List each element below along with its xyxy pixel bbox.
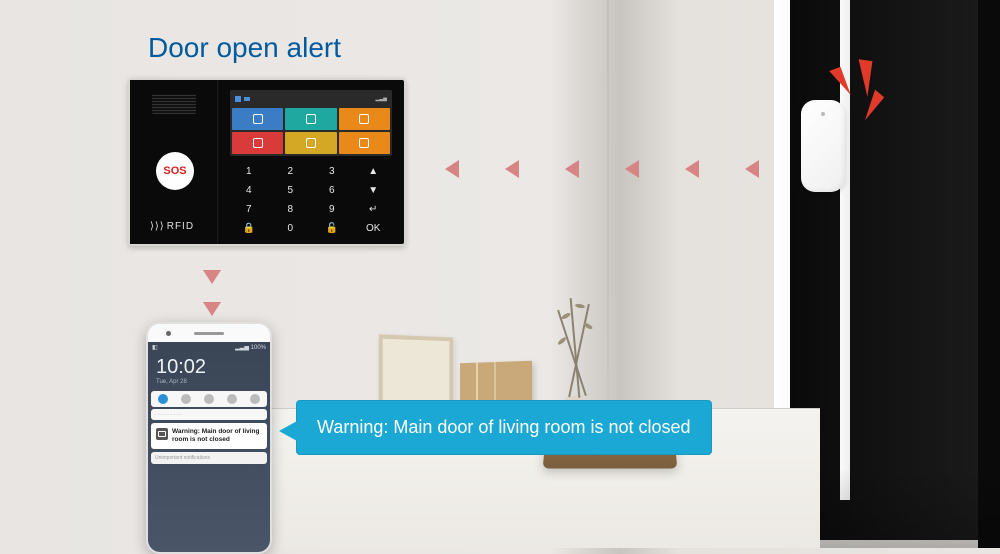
signal-arrow-icon — [685, 160, 699, 178]
tile-5[interactable] — [285, 132, 336, 154]
phone: ◧▂▃▅ 100% 10:02 Tue, Apr 28 · · · · · · … — [146, 322, 272, 554]
notification-card[interactable]: Warning: Main door of living room is not… — [151, 423, 267, 449]
key-lock[interactable]: 🔒 — [230, 221, 268, 236]
key-unlock[interactable]: 🔓 — [313, 221, 351, 236]
sos-button[interactable]: SOS — [156, 152, 194, 190]
signal-arrow-icon — [445, 160, 459, 178]
bluetooth-icon[interactable] — [181, 394, 191, 404]
signal-arrow-icon — [745, 160, 759, 178]
key-9[interactable]: 9 — [313, 202, 351, 217]
tile-3[interactable] — [339, 108, 390, 130]
phone-bezel-top — [148, 324, 270, 342]
key-0[interactable]: 0 — [272, 221, 310, 236]
settings-icon[interactable] — [250, 394, 260, 404]
warning-bubble: Warning: Main door of living room is not… — [296, 400, 712, 455]
panel-status-bar: ▂▃▅ — [232, 92, 390, 106]
key-down[interactable]: ▼ — [355, 183, 393, 198]
rfid-text: RFID — [167, 221, 194, 232]
panel-right: ▂▃▅ 1 2 3 ▲ 4 5 6 ▼ 7 8 9 ↵ 🔒 0 🔓 OK — [218, 80, 404, 244]
key-8[interactable]: 8 — [272, 202, 310, 217]
alert-burst-icon — [830, 60, 910, 140]
key-enter[interactable]: ↵ — [355, 202, 393, 217]
door-slab — [978, 0, 1000, 548]
tile-2[interactable] — [285, 108, 336, 130]
key-5[interactable]: 5 — [272, 183, 310, 198]
signal-arrow-icon — [203, 270, 221, 284]
key-4[interactable]: 4 — [230, 183, 268, 198]
signal-arrow-icon — [505, 160, 519, 178]
key-1[interactable]: 1 — [230, 164, 268, 179]
tile-1[interactable] — [232, 108, 283, 130]
key-7[interactable]: 7 — [230, 202, 268, 217]
tile-4[interactable] — [232, 132, 283, 154]
notification-text: Warning: Main door of living room is not… — [172, 428, 262, 444]
alarm-panel: SOS ⟩⟩⟩RFID ▂▃▅ 1 2 3 ▲ 4 5 6 ▼ 7 8 — [128, 78, 406, 246]
panel-left: SOS ⟩⟩⟩RFID — [130, 80, 218, 244]
panel-screen: ▂▃▅ — [230, 90, 392, 156]
signal-arrow-icon — [625, 160, 639, 178]
notification-footer[interactable]: Unimportant notifications — [151, 452, 267, 464]
rfid-label: ⟩⟩⟩RFID — [150, 221, 194, 232]
speaker-grille — [152, 94, 196, 114]
key-2[interactable]: 2 — [272, 164, 310, 179]
wifi-icon[interactable] — [158, 394, 168, 404]
flashlight-icon[interactable] — [204, 394, 214, 404]
key-6[interactable]: 6 — [313, 183, 351, 198]
phone-status-bar: ◧▂▃▅ 100% — [148, 342, 270, 352]
warning-text: Warning: Main door of living room is not… — [317, 417, 691, 437]
key-3[interactable]: 3 — [313, 164, 351, 179]
signal-arrow-icon — [203, 302, 221, 316]
page-title: Door open alert — [148, 32, 341, 64]
phone-sub-row: · · · · · · · · · — [151, 409, 267, 420]
phone-date: Tue, Apr 28 — [148, 379, 270, 389]
message-icon — [156, 428, 168, 440]
signal-arrow-icon — [565, 160, 579, 178]
keypad: 1 2 3 ▲ 4 5 6 ▼ 7 8 9 ↵ 🔒 0 🔓 OK — [230, 164, 392, 236]
phone-screen[interactable]: ◧▂▃▅ 100% 10:02 Tue, Apr 28 · · · · · · … — [148, 342, 270, 552]
sound-icon[interactable] — [227, 394, 237, 404]
key-up[interactable]: ▲ — [355, 164, 393, 179]
key-ok[interactable]: OK — [355, 221, 393, 236]
phone-time: 10:02 — [148, 352, 270, 379]
tile-6[interactable] — [339, 132, 390, 154]
phone-quick-settings[interactable] — [151, 391, 267, 407]
